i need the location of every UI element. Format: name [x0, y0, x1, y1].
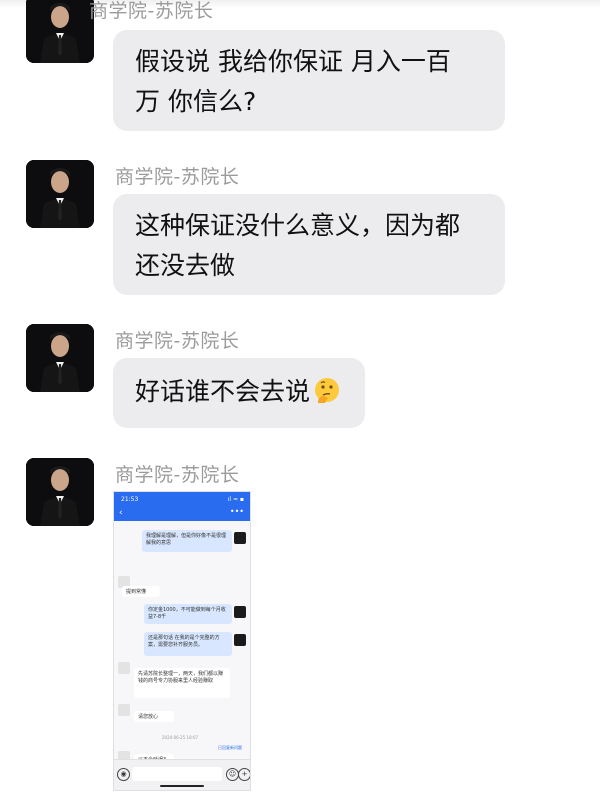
screenshot-input-bar: ◉ ☺ +: [114, 759, 250, 790]
link-text: 已回复新问题: [218, 745, 242, 750]
message-bubble[interactable]: 这种保证没什么意义，因为都 还没去做: [113, 194, 505, 295]
sender-name: 商学院-苏院长: [115, 166, 240, 188]
chat-bubble: 我理解是理解，但是你好像不是很理解我的意思: [142, 530, 232, 552]
chat-bubble: 还是那句话 在我的是个完整的方案，需要您补齐服务员。: [144, 632, 232, 656]
more-icon: •••: [229, 507, 244, 516]
timestamp: 2024-06-25 18:07: [162, 735, 199, 740]
message-text: 万 你信么?: [135, 87, 257, 116]
avatar[interactable]: [26, 160, 94, 228]
person-icon: [26, 160, 94, 228]
message-bubble[interactable]: 假设说 我给你保证 月入一百 万 你信么?: [113, 30, 505, 131]
thinking-face-emoji-icon: [315, 378, 340, 403]
input-field: [132, 767, 222, 781]
sender-name: 商学院-苏院长: [89, 0, 214, 22]
status-icons: ıl ≈ ▪: [227, 496, 244, 503]
message-text: 好话谁不会去说: [135, 377, 311, 406]
plus-icon: +: [238, 768, 250, 781]
message-bubble[interactable]: 好话谁不会去说: [113, 358, 365, 428]
sender-name: 商学院-苏院长: [115, 330, 240, 352]
message-text: 假设说 我给你保证 月入一百: [135, 47, 451, 76]
sender-name: 商学院-苏院长: [115, 464, 240, 486]
avatar[interactable]: [26, 458, 94, 526]
avatar[interactable]: [26, 324, 94, 392]
person-icon: [26, 458, 94, 526]
message-text: 还没去做: [135, 251, 236, 280]
avatar: [234, 532, 246, 544]
screenshot-header: 21:53 ıl ≈ ▪ ‹ •••: [114, 492, 250, 521]
chat-bubble: 提到常懂: [122, 586, 160, 597]
image-message-screenshot[interactable]: 21:53 ıl ≈ ▪ ‹ ••• 我理解是理解，但是你好像不是很理解我的意思…: [113, 491, 251, 791]
chat-bubble: 请您放心: [134, 711, 174, 722]
avatar: [118, 704, 130, 716]
chat-bubble: 先请苏院长整理一，两天，我们都以赚钱的商号专力协服来里人经验赚取: [134, 668, 230, 698]
avatar: [234, 606, 246, 618]
back-icon: ‹: [119, 508, 123, 518]
chat-bubble: 你定金1000，不可能做到每个月收益7-8千: [144, 604, 232, 624]
avatar[interactable]: [26, 0, 94, 63]
voice-icon: ◉: [117, 768, 130, 781]
home-indicator: [160, 785, 204, 787]
person-icon: [26, 0, 94, 63]
avatar: [234, 634, 246, 646]
person-icon: [26, 324, 94, 392]
avatar: [118, 662, 130, 674]
status-time: 21:53: [121, 496, 139, 503]
message-text: 这种保证没什么意义，因为都: [135, 211, 461, 240]
